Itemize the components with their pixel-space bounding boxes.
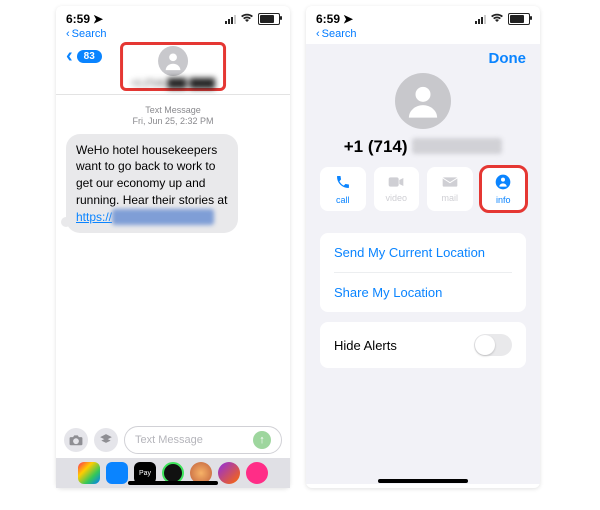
person-info-icon	[495, 174, 511, 193]
conversation-nav: ‹ 83 +1 (714) ███-████	[56, 44, 290, 95]
camera-button[interactable]	[64, 428, 88, 452]
mail-icon	[442, 176, 458, 191]
message-meta-type: Text Message	[56, 105, 290, 116]
battery-icon	[508, 13, 530, 25]
avatar-large	[395, 73, 451, 129]
contact-action-row: call video mail info	[306, 167, 540, 223]
photos-app-icon[interactable]	[78, 462, 100, 484]
appstore-app-icon[interactable]	[106, 462, 128, 484]
message-input-placeholder: Text Message	[135, 434, 203, 446]
contact-header-highlight[interactable]: +1 (714) ███-████	[120, 42, 226, 91]
call-label: call	[336, 195, 350, 205]
hide-alerts-label: Hide Alerts	[334, 338, 397, 353]
avatar	[158, 46, 188, 76]
message-text: WeHo hotel housekeepers want to go back …	[76, 143, 227, 207]
send-current-location[interactable]: Send My Current Location	[320, 233, 526, 272]
sticker-app-icon[interactable]	[218, 462, 240, 484]
send-button[interactable]: ↑	[253, 431, 271, 449]
search-breadcrumb-label: Search	[72, 28, 107, 40]
hide-alerts-row: Hide Alerts	[320, 322, 526, 368]
contact-number-large: +1 (714)	[306, 137, 540, 157]
message-meta-timestamp: Fri, Jun 25, 2:32 PM	[56, 116, 290, 127]
hide-alerts-toggle[interactable]	[474, 334, 512, 356]
share-my-location[interactable]: Share My Location	[320, 273, 526, 312]
cellular-signal-icon	[225, 14, 236, 24]
imessage-app-dock: Pay	[56, 458, 290, 488]
search-breadcrumb[interactable]: ‹ Search	[306, 28, 540, 44]
home-indicator[interactable]	[128, 481, 218, 485]
video-icon	[388, 176, 404, 191]
unread-count-badge: 83	[77, 50, 102, 63]
incoming-message-bubble[interactable]: WeHo hotel housekeepers want to go back …	[66, 134, 238, 234]
wifi-icon	[490, 12, 504, 26]
mail-label: mail	[441, 193, 458, 203]
redacted-number	[412, 138, 502, 154]
chevron-left-icon: ‹	[66, 46, 73, 66]
clock: 6:59	[66, 12, 90, 26]
video-button[interactable]: video	[374, 167, 420, 211]
compose-bar: Text Message ↑	[56, 422, 290, 458]
mail-button[interactable]: mail	[427, 167, 473, 211]
video-label: video	[385, 193, 407, 203]
search-breadcrumb-label: Search	[322, 28, 357, 40]
contact-card-screen: 6:59 ➤ ‹ Search Done +1 (714)	[306, 6, 540, 488]
location-arrow-icon: ➤	[343, 12, 353, 26]
status-bar: 6:59 ➤	[56, 6, 290, 28]
back-button[interactable]: ‹ 83	[66, 46, 102, 66]
home-indicator[interactable]	[378, 479, 468, 483]
info-button-highlight[interactable]: info	[481, 167, 527, 211]
cellular-signal-icon	[475, 14, 486, 24]
alerts-section: Hide Alerts	[320, 322, 526, 368]
message-meta: Text Message Fri, Jun 25, 2:32 PM	[56, 105, 290, 128]
chevron-left-icon: ‹	[316, 28, 320, 40]
messages-conversation-screen: 6:59 ➤ ‹ Search ‹ 83 +1 (714) ███-████ T…	[56, 6, 290, 488]
battery-icon	[258, 13, 280, 25]
contact-number-small: +1 (714) ███-████	[131, 78, 215, 88]
wifi-icon	[240, 12, 254, 26]
phone-icon	[335, 174, 351, 193]
status-bar: 6:59 ➤	[306, 6, 540, 28]
app-drawer-button[interactable]	[94, 428, 118, 452]
done-button[interactable]: Done	[489, 50, 527, 67]
location-section: Send My Current Location Share My Locati…	[320, 233, 526, 312]
chevron-left-icon: ‹	[66, 28, 70, 40]
location-arrow-icon: ➤	[93, 12, 103, 26]
call-button[interactable]: call	[320, 167, 366, 211]
info-label: info	[496, 195, 511, 205]
message-input[interactable]: Text Message ↑	[124, 426, 282, 454]
message-link[interactable]: https://████████████	[76, 210, 214, 224]
clock: 6:59	[316, 12, 340, 26]
music-app-icon[interactable]	[246, 462, 268, 484]
